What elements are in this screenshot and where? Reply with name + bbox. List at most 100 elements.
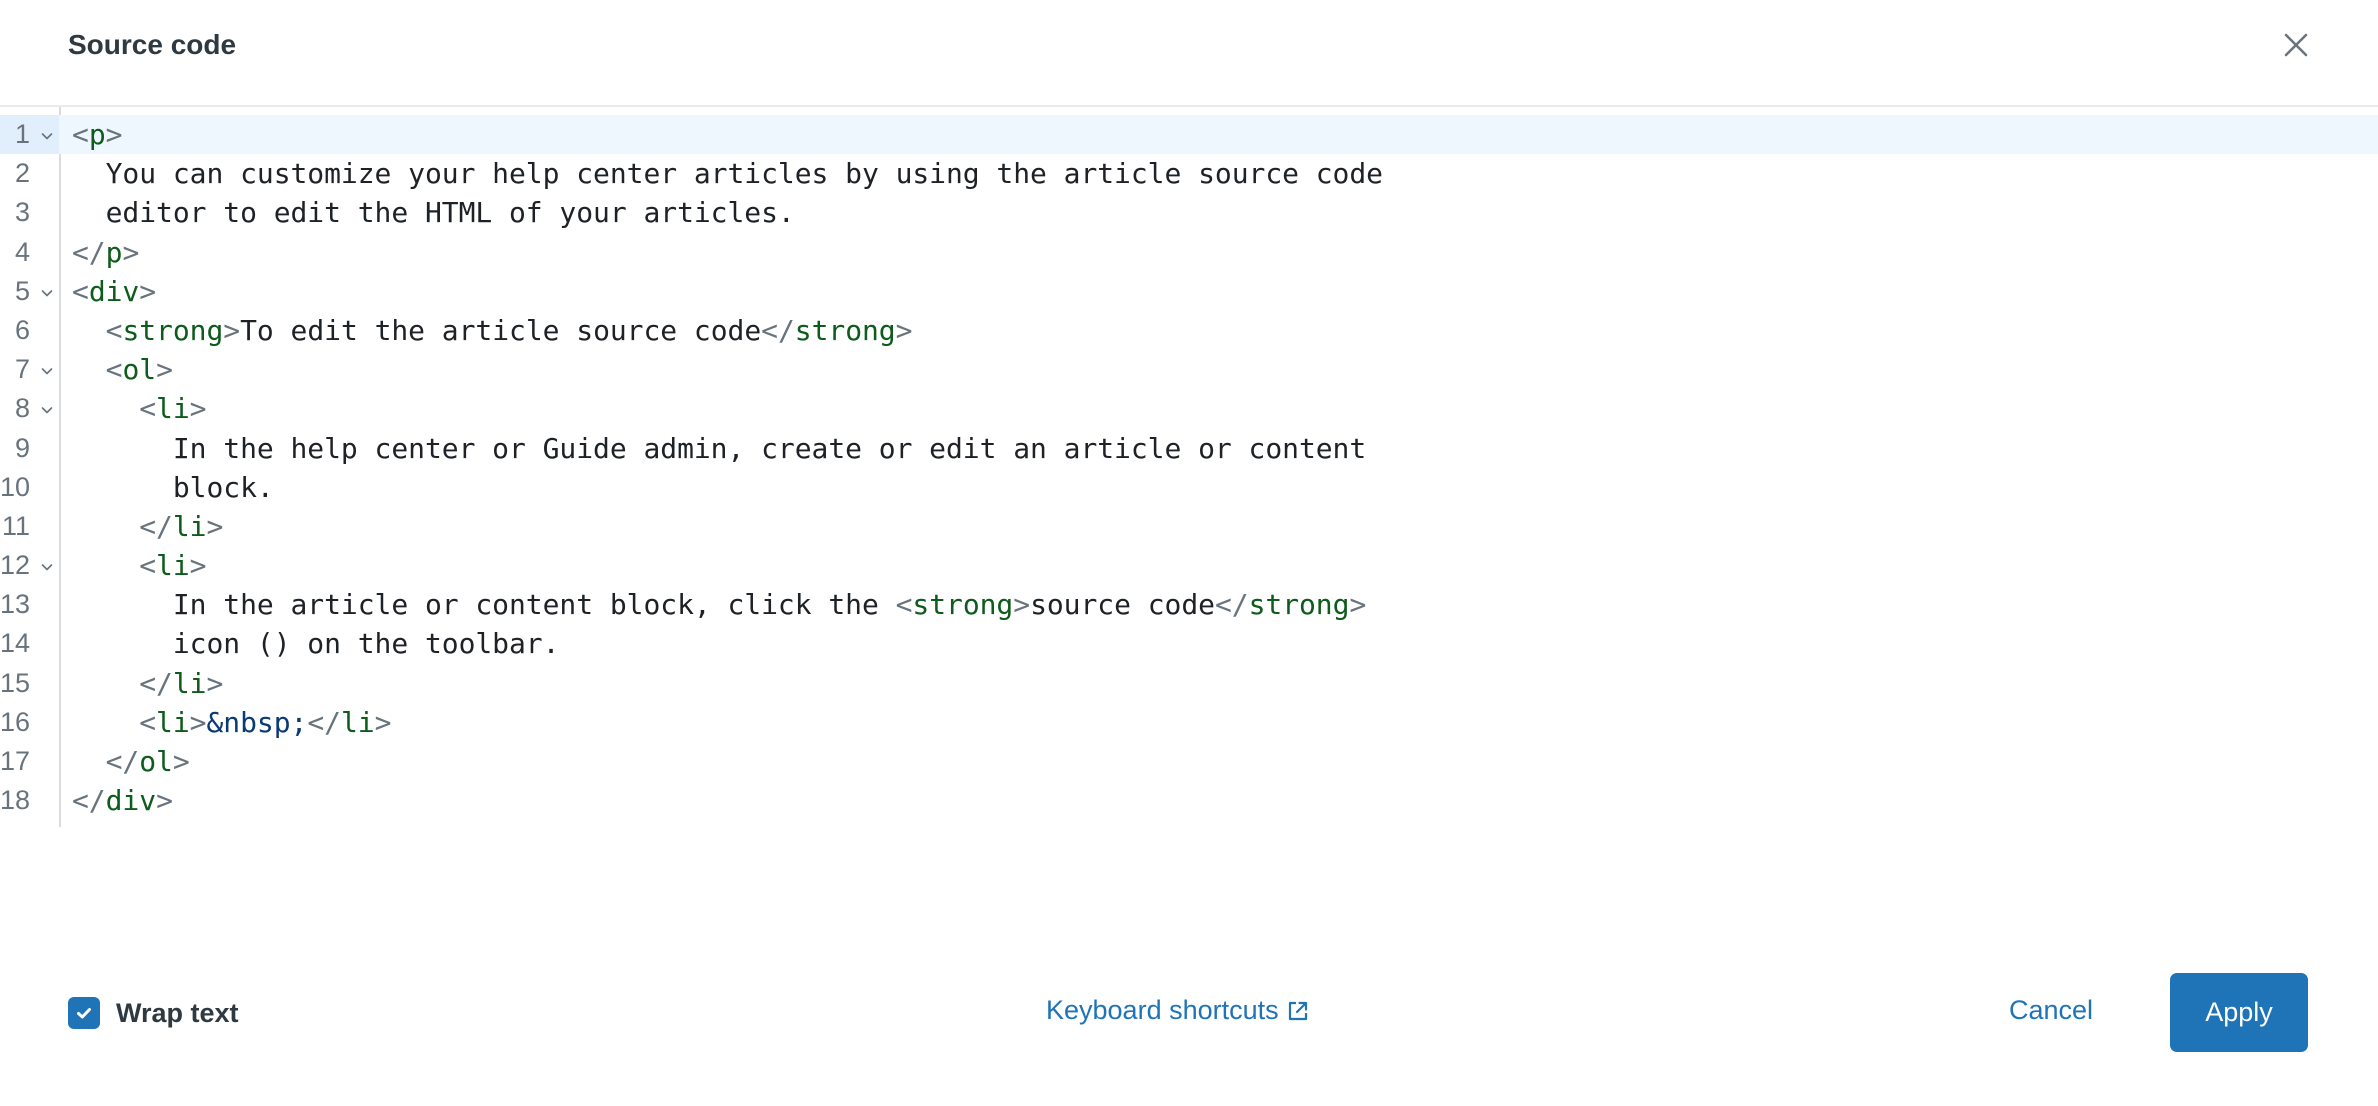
code-line[interactable]: 11 </li> (0, 507, 2378, 546)
code-line[interactable]: 15 </li> (0, 664, 2378, 703)
tag-bracket: > (206, 509, 224, 543)
dialog-header: Source code (0, 0, 2378, 107)
tag-bracket: < (72, 118, 89, 151)
tag-name: div (105, 784, 157, 818)
code-text: </li> (72, 507, 223, 546)
line-gutter: 15 (0, 664, 59, 703)
code-line[interactable]: 8 <li> (0, 389, 2378, 428)
tag-name: strong (122, 313, 224, 347)
line-gutter: 1 (0, 115, 59, 155)
text-content (72, 510, 139, 543)
code-text: In the help center or Guide admin, creat… (72, 429, 1366, 468)
text-content (72, 745, 106, 778)
code-text: <strong>To edit the article source code<… (72, 311, 913, 350)
code-text: <li>&nbsp;</li> (72, 703, 391, 742)
code-line[interactable]: 5 <div> (0, 272, 2378, 311)
line-gutter: 5 (0, 272, 59, 311)
tag-bracket: < (139, 549, 157, 583)
code-line[interactable]: 3 editor to edit the HTML of your articl… (0, 193, 2378, 232)
tag-name: p (105, 235, 123, 269)
text-content (72, 353, 106, 386)
line-number: 7 (14, 354, 30, 385)
keyboard-shortcuts-label: Keyboard shortcuts (1046, 995, 1279, 1025)
close-icon (2284, 33, 2308, 57)
tag-bracket: > (156, 353, 173, 387)
code-text: </div> (72, 781, 173, 820)
cancel-button[interactable]: Cancel (2009, 995, 2093, 1026)
code-line[interactable]: 2 You can customize your help center art… (0, 154, 2378, 193)
code-text: <div> (72, 272, 156, 311)
line-gutter: 2 (0, 154, 59, 193)
line-gutter: 7 (0, 350, 59, 389)
line-gutter: 8 (0, 389, 59, 428)
code-editor[interactable]: 1 <p> 2 You can customize your help center… (0, 115, 2378, 820)
code-text: </ol> (72, 742, 190, 781)
code-text: block. (72, 468, 274, 507)
fold-chevron-icon[interactable] (39, 402, 55, 418)
code-text: <p> (72, 115, 122, 154)
tag-bracket: </ (105, 745, 140, 778)
code-text: icon () on the toolbar. (72, 624, 560, 663)
line-number: 11 (1, 510, 30, 541)
code-line[interactable]: 17 </ol> (0, 742, 2378, 781)
wrap-text-label: Wrap text (116, 997, 239, 1028)
tag-name: strong (1248, 588, 1350, 622)
line-number: 1 (14, 119, 30, 149)
code-line[interactable]: 14 icon () on the toolbar. (0, 624, 2378, 663)
tag-bracket: > (206, 666, 224, 700)
line-gutter: 16 (0, 703, 59, 742)
code-line[interactable]: 18 </div> (0, 781, 2378, 820)
code-text: <li> (72, 389, 206, 428)
line-number: 4 (14, 236, 30, 267)
tag-name: p (88, 118, 106, 151)
line-number: 14 (0, 628, 30, 659)
line-number: 3 (14, 197, 30, 228)
line-gutter: 6 (0, 311, 59, 350)
tag-bracket: </ (307, 705, 341, 739)
fold-chevron-icon[interactable] (39, 559, 55, 575)
code-line[interactable]: 10 block. (0, 468, 2378, 507)
code-line[interactable]: 6 <strong>To edit the article source cod… (0, 311, 2378, 350)
text-content (72, 667, 139, 700)
code-line[interactable]: 1 <p> (0, 115, 2378, 155)
code-line[interactable]: 7 <ol> (0, 350, 2378, 389)
code-text: <ol> (72, 350, 173, 389)
line-gutter: 17 (0, 742, 59, 781)
wrap-text-checkbox[interactable] (68, 997, 100, 1029)
checkmark-icon (77, 1008, 91, 1019)
tag-bracket: </ (761, 313, 795, 347)
text-content (72, 314, 106, 347)
tag-bracket: < (105, 313, 123, 347)
tag-bracket: < (105, 353, 123, 387)
text-content: In the article or content block, click t… (72, 588, 896, 622)
line-number: 12 (0, 550, 30, 581)
line-gutter: 13 (0, 585, 59, 624)
code-text: </li> (72, 664, 223, 703)
wrap-text-toggle[interactable]: Wrap text (68, 997, 239, 1029)
line-gutter: 14 (0, 624, 59, 663)
code-text: </p> (72, 233, 139, 272)
tag-bracket: > (139, 274, 157, 308)
code-line[interactable]: 12 <li> (0, 546, 2378, 585)
line-number: 18 (0, 785, 30, 816)
code-text: You can customize your help center artic… (72, 154, 1383, 193)
tag-bracket: > (105, 118, 123, 151)
code-line[interactable]: 9 In the help center or Guide admin, cre… (0, 429, 2378, 468)
code-line[interactable]: 13 In the article or content block, clic… (0, 585, 2378, 624)
text-content: icon () on the toolbar. (72, 627, 560, 661)
tag-bracket: < (139, 392, 157, 426)
fold-chevron-icon[interactable] (39, 128, 55, 144)
close-button[interactable] (2278, 27, 2314, 63)
apply-button[interactable]: Apply (2170, 973, 2308, 1052)
tag-bracket: > (189, 392, 207, 426)
line-gutter: 4 (0, 233, 59, 272)
keyboard-shortcuts-link[interactable]: Keyboard shortcuts (1046, 995, 1309, 1026)
tag-bracket: </ (1214, 588, 1249, 622)
fold-chevron-icon[interactable] (39, 363, 55, 379)
code-line[interactable]: 16 <li>&nbsp;</li> (0, 703, 2378, 742)
fold-chevron-icon[interactable] (39, 285, 55, 301)
tag-bracket: > (189, 705, 207, 739)
code-line[interactable]: 4 </p> (0, 233, 2378, 272)
html-entity: &nbsp; (206, 705, 308, 739)
tag-bracket: > (374, 705, 392, 739)
